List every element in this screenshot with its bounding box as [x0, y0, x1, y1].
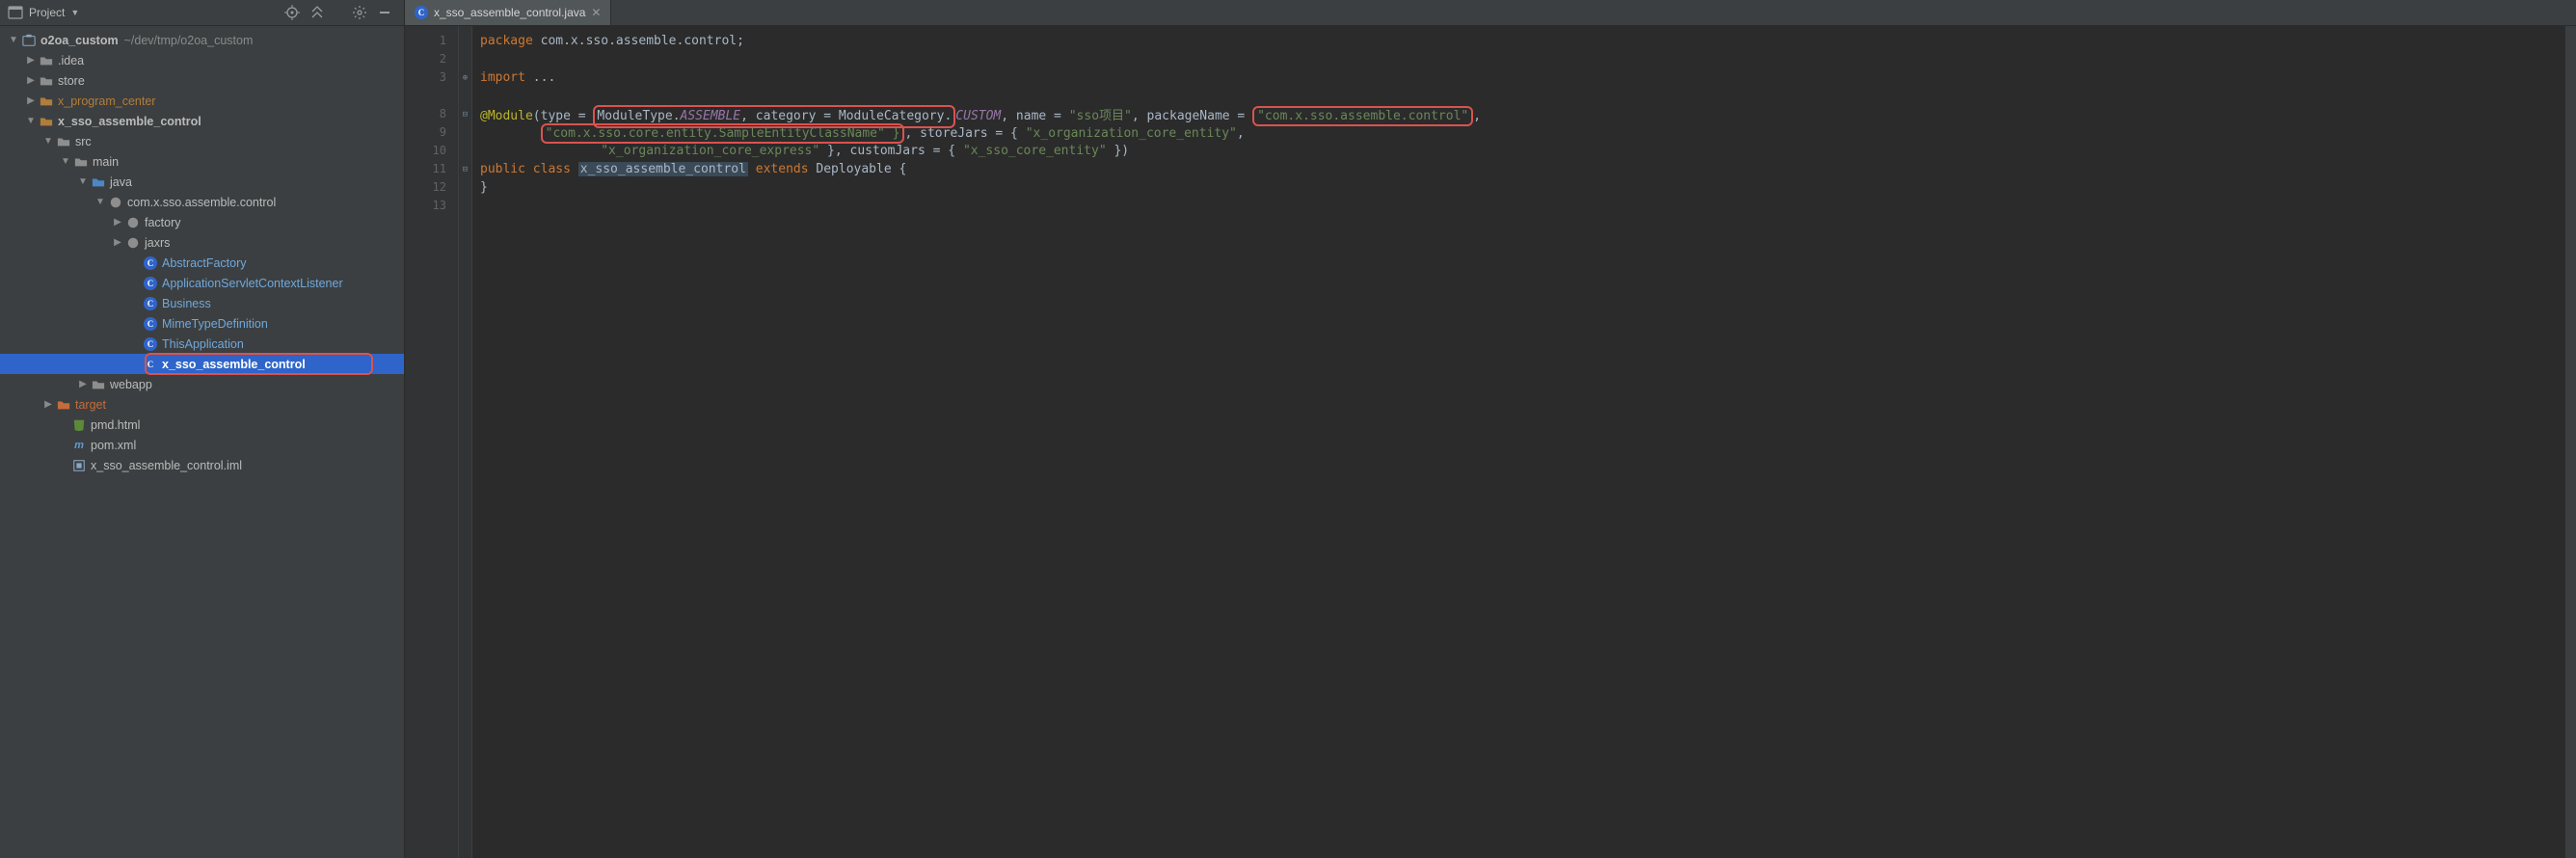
class-icon: C: [415, 6, 428, 19]
maven-icon: m: [71, 438, 87, 453]
gutter[interactable]: 1 2 3 8 9 10 11 12 13: [405, 26, 459, 858]
tree-item-store[interactable]: ▶ store: [0, 70, 404, 91]
class-icon: C: [143, 316, 158, 332]
locate-icon[interactable]: [284, 5, 300, 20]
tree-root-path: ~/dev/tmp/o2oa_custom: [124, 34, 254, 47]
highlight-box-3: "com.x.sso.core.entity.SampleEntityClass…: [541, 123, 905, 144]
class-icon: C: [143, 296, 158, 311]
tree-item-java[interactable]: ▼ java: [0, 172, 404, 192]
tab-label: x_sso_assemble_control.java: [434, 6, 585, 19]
collapse-all-icon[interactable]: [309, 5, 325, 20]
project-sidebar: Project ▼: [0, 0, 405, 858]
tree-item-target[interactable]: ▶ target: [0, 394, 404, 415]
folder-icon: [73, 154, 89, 170]
class-icon: C: [143, 336, 158, 352]
main-layout: Project ▼: [0, 0, 2576, 858]
iml-icon: [71, 458, 87, 473]
tree-item-pmd[interactable]: pmd.html: [0, 415, 404, 435]
module-icon: [21, 33, 37, 48]
folder-icon: [56, 134, 71, 149]
folder-icon: [91, 174, 106, 190]
sidebar-header: Project ▼: [0, 0, 404, 26]
tree-item-iml[interactable]: x_sso_assemble_control.iml: [0, 455, 404, 475]
package-icon: [108, 195, 123, 210]
settings-icon[interactable]: [352, 5, 367, 20]
editor-area: C x_sso_assemble_control.java ✕ 1 2 3 8 …: [405, 0, 2576, 858]
tree-item-app-servlet[interactable]: C ApplicationServletContextListener: [0, 273, 404, 293]
tree-item-x-sso-assemble[interactable]: ▼ x_sso_assemble_control: [0, 111, 404, 131]
project-label[interactable]: Project: [29, 6, 65, 19]
class-icon: C: [143, 276, 158, 291]
tree-item-x-program-center[interactable]: ▶ x_program_center: [0, 91, 404, 111]
hide-icon[interactable]: [377, 5, 392, 20]
dropdown-icon[interactable]: ▼: [70, 8, 79, 17]
tree-item-idea[interactable]: ▶ .idea: [0, 50, 404, 70]
folder-icon: [39, 114, 54, 129]
html-icon: [71, 417, 87, 433]
folder-icon: [39, 53, 54, 68]
folder-icon: [91, 377, 106, 392]
class-icon: C: [143, 357, 158, 372]
code-container: 1 2 3 8 9 10 11 12 13 ⊕ ⊟ ⊟ package com.…: [405, 26, 2576, 858]
project-view-icon: [8, 5, 23, 20]
project-tree[interactable]: ▼ o2oa_custom ~/dev/tmp/o2oa_custom ▶ .i…: [0, 26, 404, 858]
package-icon: [125, 215, 141, 230]
tree-item-jaxrs[interactable]: ▶ jaxrs: [0, 232, 404, 253]
tree-item-this-app[interactable]: C ThisApplication: [0, 334, 404, 354]
folder-icon: [39, 73, 54, 89]
tree-item-selected-class[interactable]: C x_sso_assemble_control: [0, 354, 404, 374]
tree-item-main[interactable]: ▼ main: [0, 151, 404, 172]
tree-item-webapp[interactable]: ▶ webapp: [0, 374, 404, 394]
fold-gutter[interactable]: ⊕ ⊟ ⊟: [459, 26, 472, 858]
tree-item-package[interactable]: ▼ com.x.sso.assemble.control: [0, 192, 404, 212]
tree-root-name: o2oa_custom: [40, 34, 119, 47]
class-icon: C: [143, 255, 158, 271]
tab-bar: C x_sso_assemble_control.java ✕: [405, 0, 2576, 26]
tree-item-mime[interactable]: C MimeTypeDefinition: [0, 313, 404, 334]
tree-item-business[interactable]: C Business: [0, 293, 404, 313]
folder-icon: [56, 397, 71, 413]
tree-item-abstract-factory[interactable]: C AbstractFactory: [0, 253, 404, 273]
folder-icon: [39, 94, 54, 109]
tree-root[interactable]: ▼ o2oa_custom ~/dev/tmp/o2oa_custom: [0, 30, 404, 50]
code-body[interactable]: package com.x.sso.assemble.control; impo…: [472, 26, 2564, 858]
package-icon: [125, 235, 141, 251]
minimap[interactable]: [2564, 26, 2576, 858]
tree-item-factory[interactable]: ▶ factory: [0, 212, 404, 232]
tree-item-src[interactable]: ▼ src: [0, 131, 404, 151]
close-icon[interactable]: ✕: [591, 6, 601, 19]
tab-file[interactable]: C x_sso_assemble_control.java ✕: [405, 0, 611, 25]
highlight-box-2: "com.x.sso.assemble.control": [1252, 106, 1473, 126]
tree-item-pom[interactable]: m pom.xml: [0, 435, 404, 455]
